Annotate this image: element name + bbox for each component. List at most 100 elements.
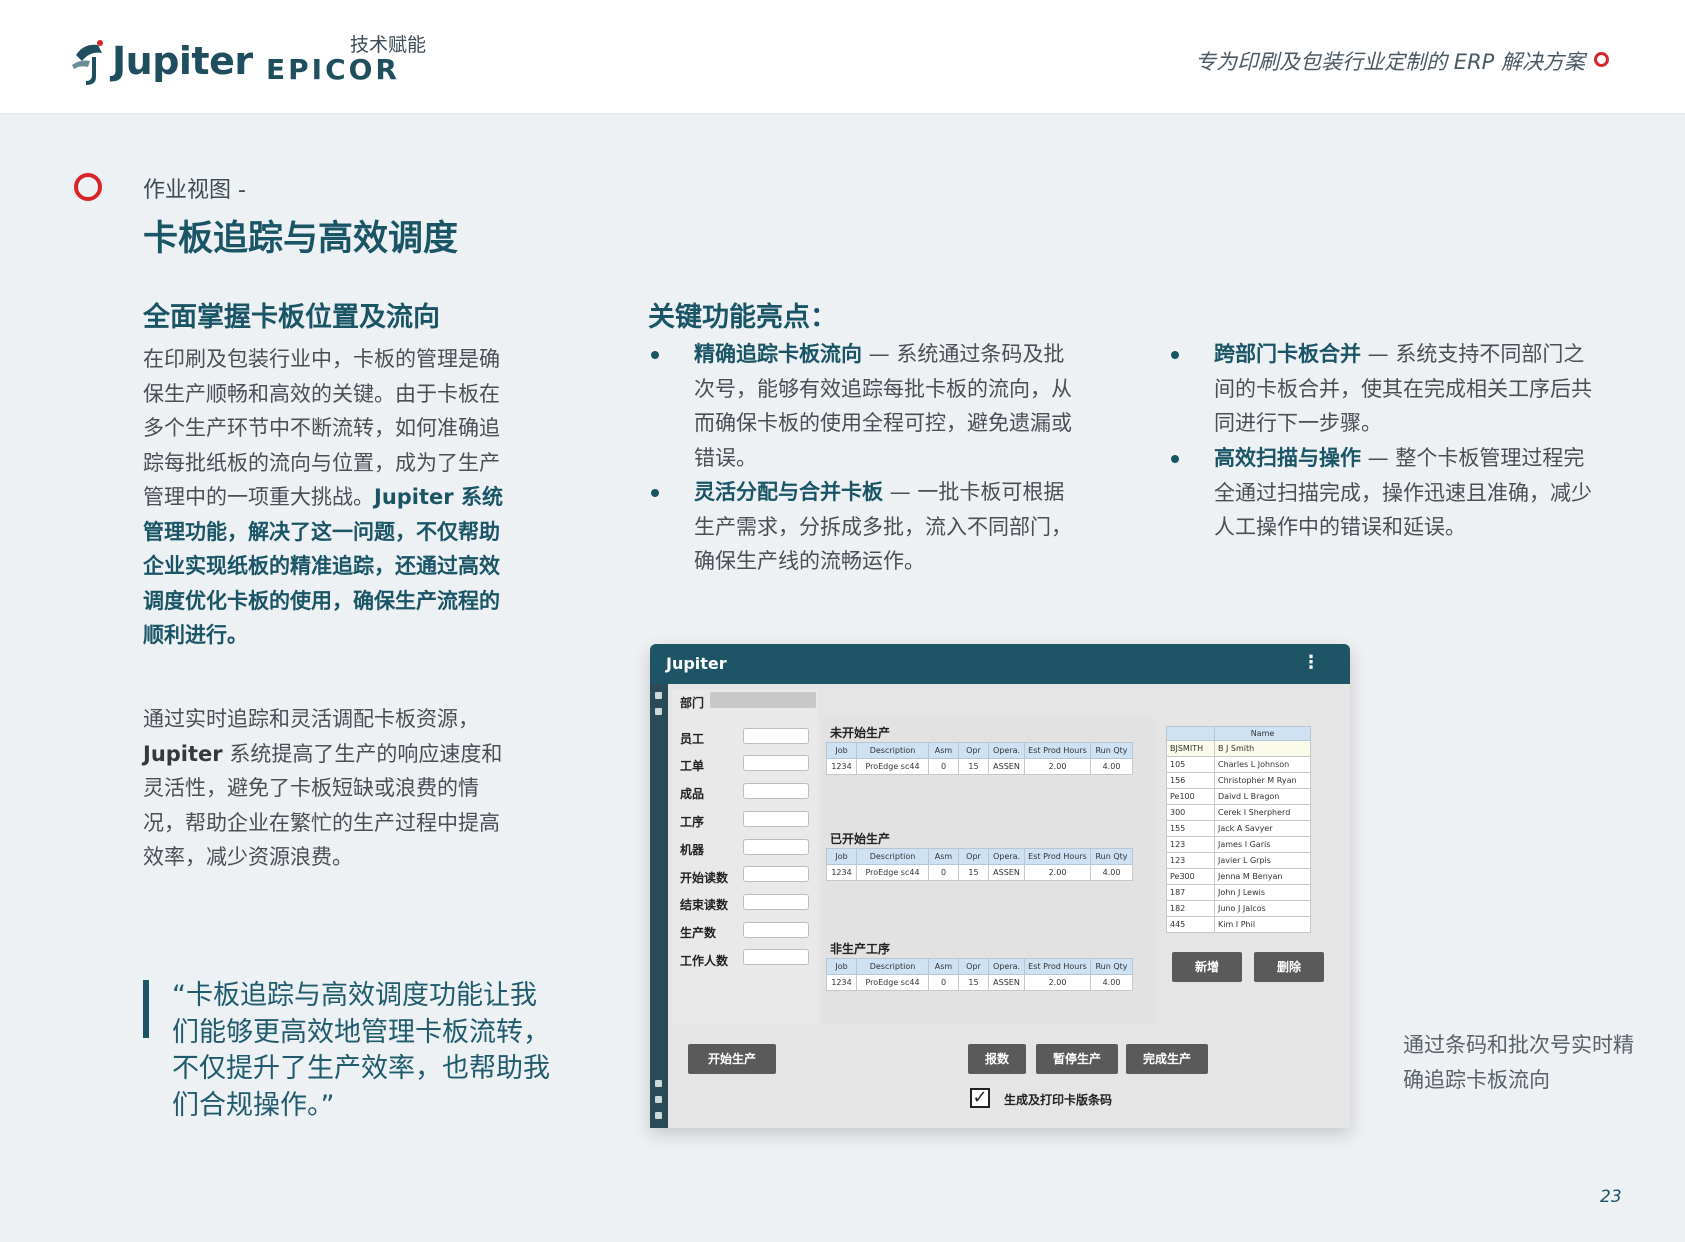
grid-title: 已开始生产	[830, 832, 891, 846]
table-cell: 1234	[826, 974, 857, 991]
machine-input[interactable]	[743, 839, 809, 855]
column-header: Job	[826, 848, 857, 865]
table-cell: Daivd L Bragon	[1214, 788, 1311, 805]
table-cell: 1234	[826, 864, 857, 881]
table-row[interactable]: BJSMITH B J Smith	[1166, 740, 1311, 757]
table-cell: 182	[1166, 900, 1215, 917]
table-row[interactable]: 123 Javier L Grpis	[1166, 852, 1311, 869]
page-title: 卡板追踪与高效调度	[143, 219, 459, 259]
home-icon[interactable]	[655, 692, 662, 699]
table-cell: Pe100	[1166, 788, 1215, 805]
table-header-row: Job Description Asm Opr Opera. Est Prod …	[826, 742, 1133, 759]
quote-bar	[143, 980, 149, 1038]
print-barcode-checkbox[interactable]: ✓	[970, 1088, 990, 1108]
table-cell: 300	[1166, 804, 1215, 821]
non-production-table: Job Description Asm Opr Opera. Est Prod …	[826, 958, 1133, 991]
field-label: 员工	[680, 732, 705, 746]
feature-title: 灵活分配与合并卡板	[694, 480, 883, 504]
delete-button[interactable]: 删除	[1254, 952, 1324, 982]
table-cell: ASSEN	[988, 864, 1025, 881]
table-cell: ProEdge sc44	[856, 864, 929, 881]
start-reading-input[interactable]	[743, 866, 809, 882]
table-row[interactable]: Pe300 Jenna M Benyan	[1166, 868, 1311, 885]
table-cell: ASSEN	[988, 758, 1025, 775]
column-header: Job	[826, 958, 857, 975]
table-cell: ASSEN	[988, 974, 1025, 991]
table-cell: 123	[1166, 852, 1215, 869]
table-row[interactable]: 105 Charles L Johnson	[1166, 756, 1311, 773]
table-row[interactable]: 1234 ProEdge sc44 0 15 ASSEN 2.00 4.00	[826, 974, 1133, 991]
table-cell: BJSMITH	[1166, 740, 1215, 757]
table-cell: 445	[1166, 916, 1215, 933]
table-cell: 2.00	[1024, 758, 1091, 775]
table-row[interactable]: 123 James I Garis	[1166, 836, 1311, 853]
dept-label: 部门	[680, 696, 705, 710]
table-row[interactable]: Pe100 Daivd L Bragon	[1166, 788, 1311, 805]
operation-input[interactable]	[743, 811, 809, 827]
column-header: Description	[856, 958, 929, 975]
epicor-wordmark: EPICOR	[266, 53, 400, 86]
intro-paragraph: 在印刷及包装行业中，卡板的管理是确保生产顺畅和高效的关键。由于卡板在多个生产环节…	[143, 342, 505, 653]
column-header	[1166, 726, 1215, 741]
grid-title: 未开始生产	[830, 726, 891, 740]
field-label: 工序	[680, 815, 705, 829]
table-header-row: Job Description Asm Opr Opera. Est Prod …	[826, 958, 1133, 975]
ring-icon	[1594, 52, 1609, 67]
table-cell: 105	[1166, 756, 1215, 773]
pause-production-button[interactable]: 暂停生产	[1036, 1044, 1118, 1074]
app-logo: Jupiter	[666, 654, 727, 673]
table-cell: 2.00	[1024, 974, 1091, 991]
column-header: Opera.	[988, 742, 1025, 759]
table-cell: Pe300	[1166, 868, 1215, 885]
column-header: Run Qty	[1090, 958, 1133, 975]
product-input[interactable]	[743, 783, 809, 799]
column-header: Asm	[928, 742, 959, 759]
column-header: Opera.	[988, 958, 1025, 975]
table-row[interactable]: 156 Christopher M Ryan	[1166, 772, 1311, 789]
output-qty-input[interactable]	[743, 922, 809, 938]
grid-icon[interactable]	[655, 708, 662, 715]
start-production-button[interactable]: 开始生产	[688, 1044, 776, 1074]
benefit-paragraph: 通过实时追踪和灵活调配卡板资源，Jupiter 系统提高了生产的响应速度和灵活性…	[143, 702, 505, 875]
table-cell: B J Smith	[1214, 740, 1311, 757]
report-qty-button[interactable]: 报数	[968, 1044, 1026, 1074]
column-header: Job	[826, 742, 857, 759]
field-label: 结束读数	[680, 898, 729, 912]
table-row[interactable]: 182 Juno J Jalcos	[1166, 900, 1311, 917]
table-cell: Charles L Johnson	[1214, 756, 1311, 773]
table-cell: 15	[958, 758, 989, 775]
table-cell: ProEdge sc44	[856, 974, 929, 991]
end-reading-input[interactable]	[743, 894, 809, 910]
table-row[interactable]: 187 John J Lewis	[1166, 884, 1311, 901]
bell-icon[interactable]	[655, 1096, 662, 1103]
table-cell: 1234	[826, 758, 857, 775]
finish-production-button[interactable]: 完成生产	[1126, 1044, 1208, 1074]
table-row[interactable]: 300 Cerek I Sherpherd	[1166, 804, 1311, 821]
table-cell: 156	[1166, 772, 1215, 789]
table-row[interactable]: 1234 ProEdge sc44 0 15 ASSEN 2.00 4.00	[826, 758, 1133, 775]
column-header: Opr	[958, 958, 989, 975]
table-cell: 4.00	[1090, 864, 1133, 881]
column-header: Est Prod Hours	[1024, 848, 1091, 865]
table-cell: 4.00	[1090, 758, 1133, 775]
add-button[interactable]: 新增	[1172, 952, 1242, 982]
job-input[interactable]	[743, 755, 809, 771]
field-label: 成品	[680, 787, 705, 801]
app-side-rail	[650, 684, 668, 1128]
crew-size-input[interactable]	[743, 949, 809, 965]
table-row[interactable]: 155 Jack A Savyer	[1166, 820, 1311, 837]
column-header: Est Prod Hours	[1024, 742, 1091, 759]
help-icon[interactable]	[655, 1080, 662, 1087]
page-number: 23	[1600, 1187, 1622, 1207]
epicor-logo: 技术赋能 EPICOR	[266, 30, 426, 90]
table-cell: 155	[1166, 820, 1215, 837]
jupiter-logo-mark-icon	[70, 35, 110, 87]
lock-icon[interactable]	[655, 1112, 662, 1119]
intro-highlight: Jupiter 系统管理功能，解决了这一问题，不仅帮助企业实现纸板的精准追踪，还…	[143, 485, 503, 647]
table-cell: Kim I Phil	[1214, 916, 1311, 933]
kebab-menu-icon[interactable]: ⋮	[1302, 652, 1320, 673]
table-row[interactable]: 1234 ProEdge sc44 0 15 ASSEN 2.00 4.00	[826, 864, 1133, 881]
table-row[interactable]: 445 Kim I Phil	[1166, 916, 1311, 933]
employee-input[interactable]	[743, 728, 809, 744]
dept-select[interactable]	[710, 692, 816, 708]
